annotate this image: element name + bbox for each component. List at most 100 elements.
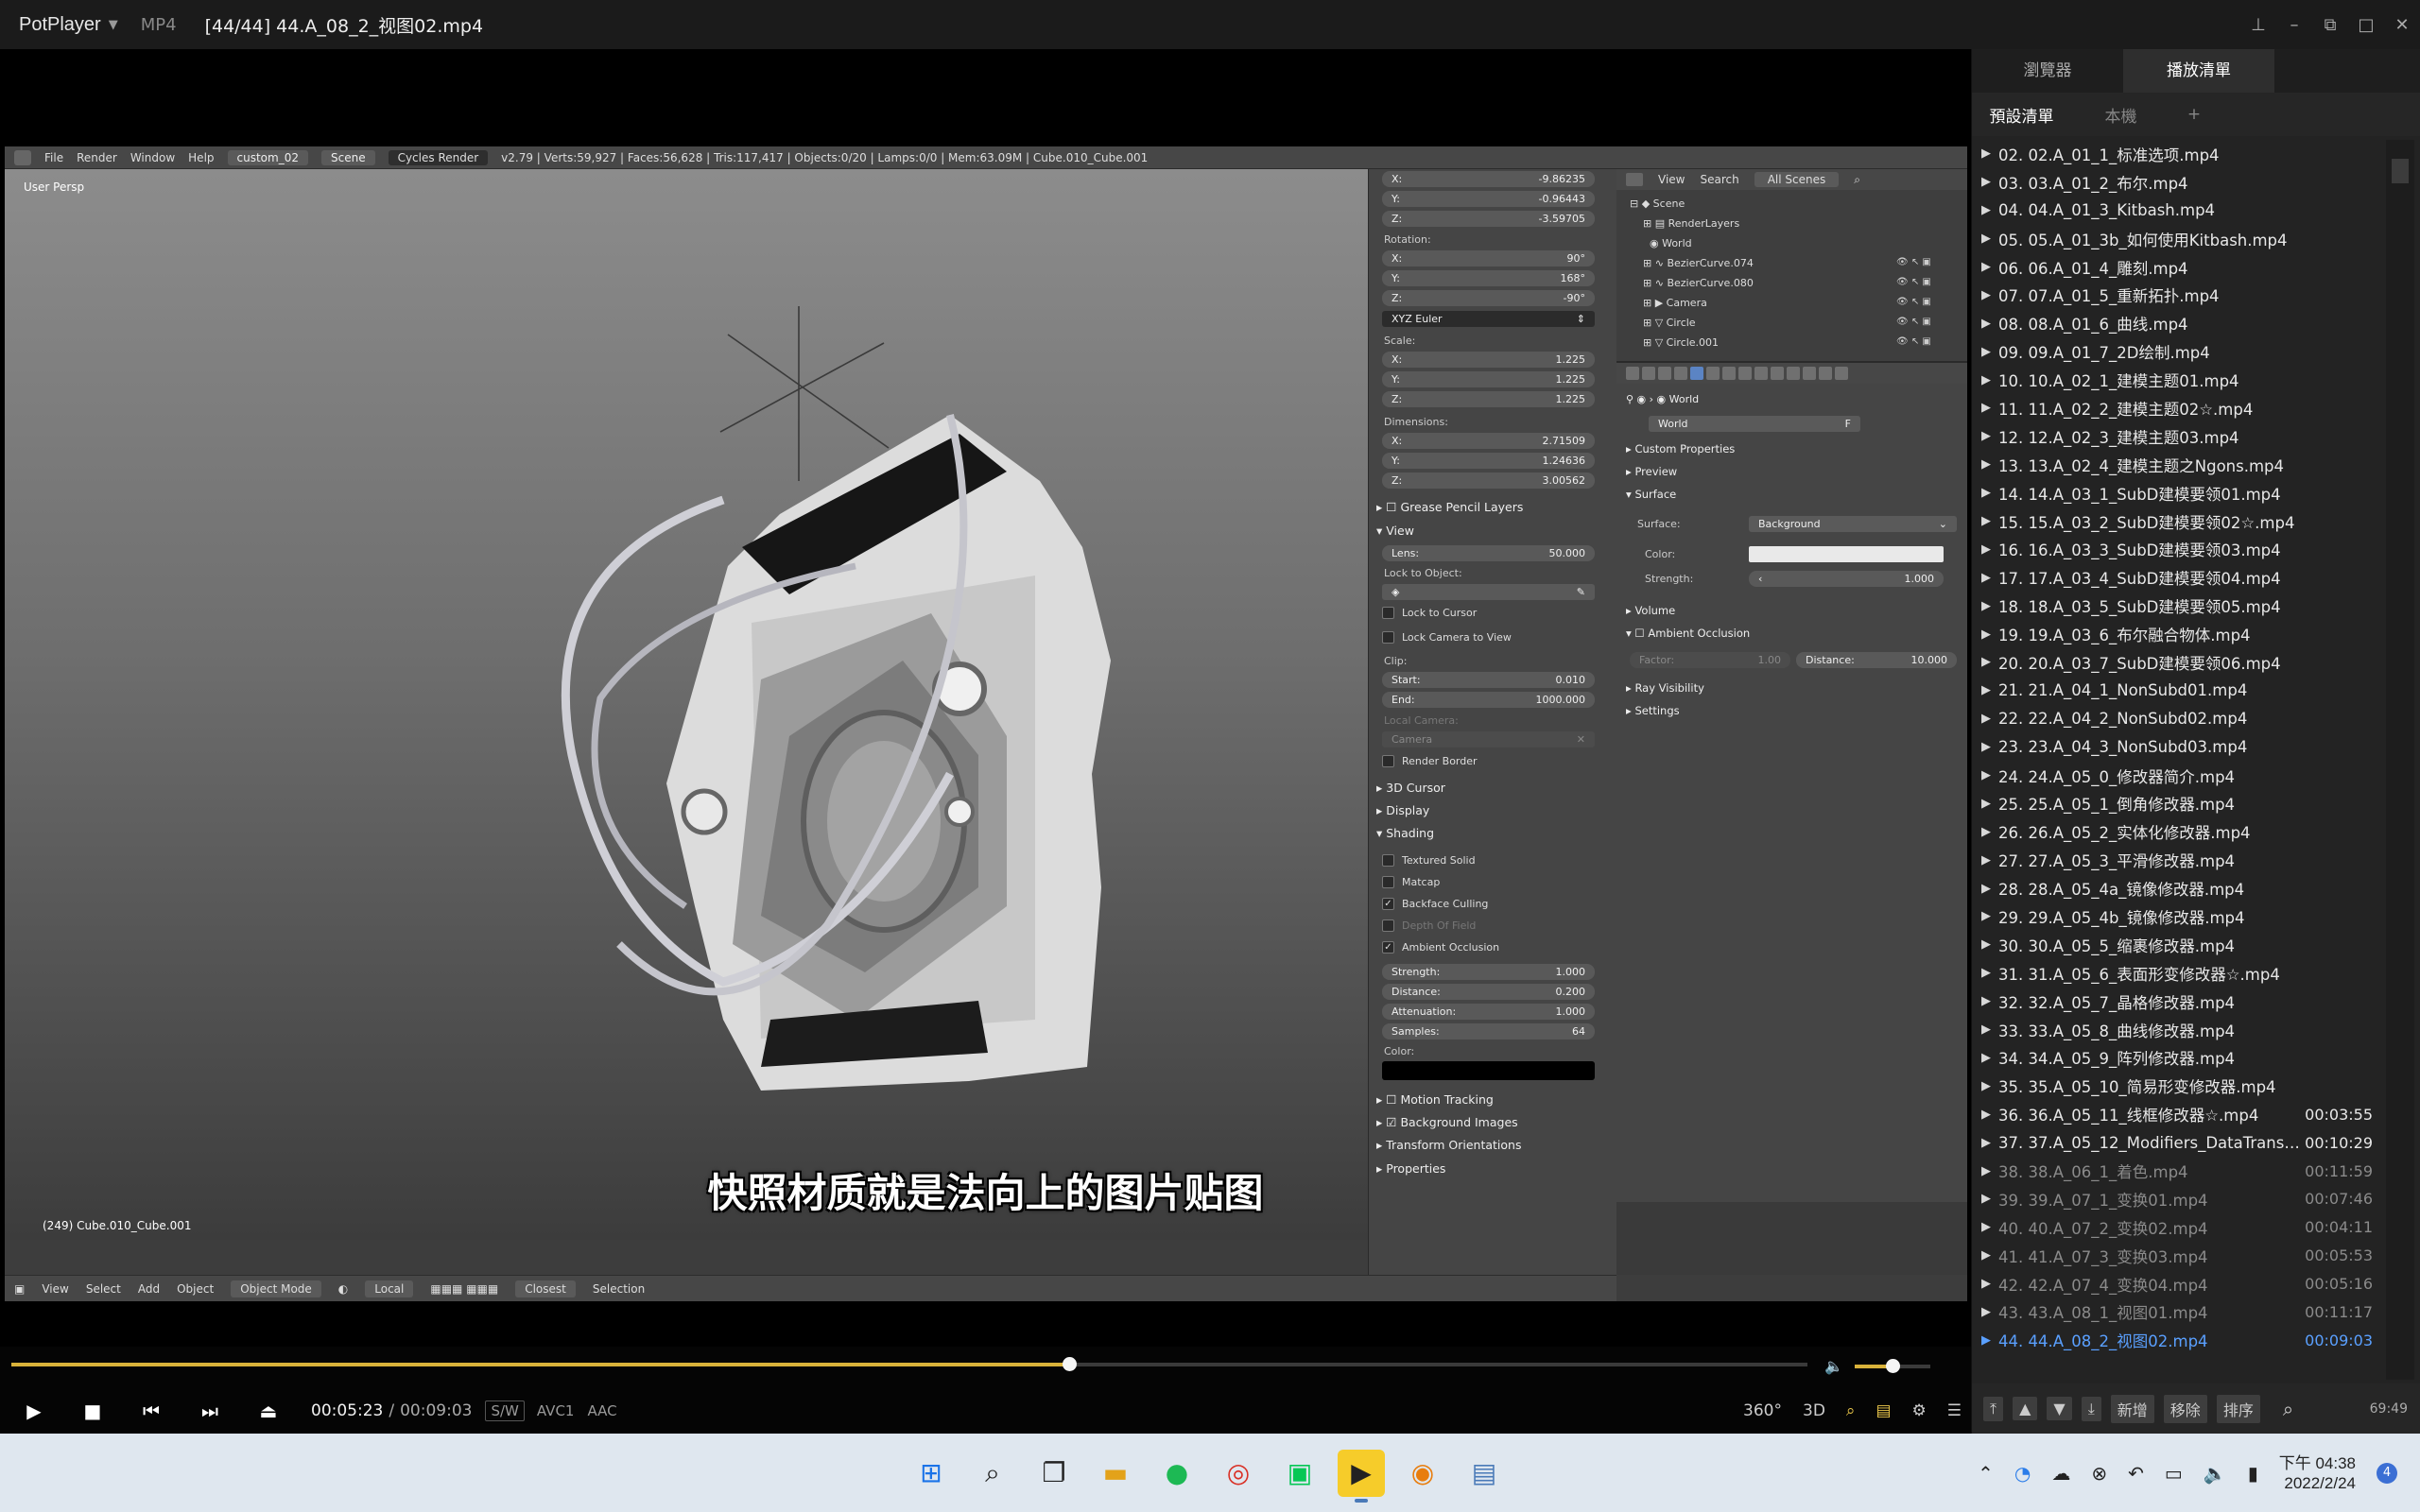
playlist-item[interactable]: ▶ 33. 33.A_05_8_曲线修改器.mp4 — [1972, 1016, 2378, 1044]
sync-icon[interactable]: ◔ — [2014, 1462, 2031, 1485]
playlist-item[interactable]: ▶ 27. 27.A_05_3_平滑修改器.mp4 — [1972, 846, 2378, 874]
volume-handle[interactable] — [1885, 1358, 1900, 1373]
notification-badge[interactable]: 4 — [2377, 1462, 2397, 1484]
video-codec-badge[interactable]: AVC1 — [532, 1401, 579, 1420]
playlist-item[interactable]: ▶ 31. 31.A_05_6_表面形变修改器☆.mp4 — [1972, 959, 2378, 988]
chevron-down-icon[interactable]: ▼ — [109, 18, 118, 32]
windows-start-icon[interactable]: ⊞ — [908, 1450, 955, 1497]
menu-icon[interactable]: ☰ — [1947, 1401, 1962, 1420]
playlist-item[interactable]: ▶ 20. 20.A_03_7_SubD建模要领06.mp4 — [1972, 648, 2378, 677]
playlist-item[interactable]: ▶ 37. 37.A_05_12_Modifiers_DataTransfer..… — [1972, 1128, 2378, 1157]
decoder-badge[interactable]: S/W — [485, 1400, 525, 1421]
tab-local[interactable]: 本機 — [2071, 103, 2170, 127]
playlist-item[interactable]: ▶ 36. 36.A_05_11_线框修改器☆.mp4 00:03:55 — [1972, 1100, 2378, 1128]
playlist-item[interactable]: ▶ 44. 44.A_08_2_视图02.mp4 00:09:03 — [1972, 1326, 2378, 1354]
stop-icon[interactable]: ■ — [63, 1400, 122, 1422]
playlist-item[interactable]: ▶ 03. 03.A_01_2_布尔.mp4 — [1972, 168, 2378, 197]
playlist-item[interactable]: ▶ 24. 24.A_05_0_修改器简介.mp4 — [1972, 762, 2378, 790]
playlist-item[interactable]: ▶ 21. 21.A_04_1_NonSubd01.mp4 — [1972, 677, 2378, 705]
chrome-icon[interactable]: ◎ — [1215, 1450, 1262, 1497]
playlist-item[interactable]: ▶ 06. 06.A_01_4_雕刻.mp4 — [1972, 253, 2378, 282]
move-top-icon[interactable]: ⤒ — [1983, 1396, 2004, 1421]
eject-icon[interactable]: ⏏ — [239, 1400, 298, 1422]
blender-icon[interactable]: ◉ — [1399, 1450, 1446, 1497]
playlist-item[interactable]: ▶ 11. 11.A_02_2_建模主题02☆.mp4 — [1972, 394, 2378, 422]
playlist-item[interactable]: ▶ 10. 10.A_02_1_建模主题01.mp4 — [1972, 366, 2378, 394]
playlist-item[interactable]: ▶ 32. 32.A_05_7_晶格修改器.mp4 — [1972, 988, 2378, 1016]
notepad-icon[interactable]: ▤ — [1461, 1450, 1508, 1497]
playlist-item[interactable]: ▶ 18. 18.A_03_5_SubD建模要领05.mp4 — [1972, 592, 2378, 620]
playlist-item[interactable]: ▶ 16. 16.A_03_3_SubD建模要领03.mp4 — [1972, 535, 2378, 563]
line-icon[interactable]: ▣ — [1276, 1450, 1323, 1497]
360-button[interactable]: 360° — [1743, 1401, 1782, 1420]
playlist-item[interactable]: ▶ 22. 22.A_04_2_NonSubd02.mp4 — [1972, 705, 2378, 733]
playlist-item[interactable]: ▶ 23. 23.A_04_3_NonSubd03.mp4 — [1972, 733, 2378, 762]
file-explorer-icon[interactable]: ▬ — [1092, 1450, 1139, 1497]
battery-icon[interactable]: ▮ — [2248, 1462, 2258, 1485]
move-down-icon[interactable]: ▼ — [2047, 1397, 2072, 1420]
playlist-item[interactable]: ▶ 35. 35.A_05_10_简易形变修改器.mp4 — [1972, 1072, 2378, 1100]
playlist-item[interactable]: ▶ 15. 15.A_03_2_SubD建模要领02☆.mp4 — [1972, 507, 2378, 536]
playlist-item[interactable]: ▶ 13. 13.A_02_4_建模主题之Ngons.mp4 — [1972, 451, 2378, 479]
volume-slider[interactable] — [1854, 1358, 1930, 1373]
playlist-item[interactable]: ▶ 41. 41.A_07_3_变换03.mp4 00:05:53 — [1972, 1242, 2378, 1270]
playlist-item[interactable]: ▶ 05. 05.A_01_3b_如何使用Kitbash.mp4 — [1972, 225, 2378, 253]
playlist-item[interactable]: ▶ 38. 38.A_06_1_着色.mp4 00:11:59 — [1972, 1157, 2378, 1185]
add-button[interactable]: 新增 — [2110, 1394, 2154, 1423]
playlist-scrollbar[interactable] — [2386, 140, 2414, 1380]
playlist-item[interactable]: ▶ 08. 08.A_01_6_曲线.mp4 — [1972, 309, 2378, 337]
potplayer-icon[interactable]: ▶ — [1338, 1449, 1385, 1503]
app-logo[interactable]: PotPlayer — [19, 14, 101, 36]
playlist-item[interactable]: ▶ 19. 19.A_03_6_布尔融合物体.mp4 — [1972, 620, 2378, 648]
scrollbar-thumb[interactable] — [2392, 159, 2409, 183]
remove-button[interactable]: 移除 — [2163, 1394, 2207, 1423]
video-area[interactable]: File Render Window Help custom_02 Scene … — [0, 49, 1971, 1347]
clock[interactable]: 下午 04:38 2022/2/24 — [2279, 1453, 2356, 1493]
playlist-item[interactable]: ▶ 02. 02.A_01_1_标准选项.mp4 — [1972, 140, 2378, 168]
playlist-item[interactable]: ▶ 17. 17.A_03_4_SubD建模要领04.mp4 — [1972, 563, 2378, 592]
playlist-item[interactable]: ▶ 43. 43.A_08_1_视图01.mp4 00:11:17 — [1972, 1298, 2378, 1327]
search-icon[interactable]: ⌕ — [1846, 1401, 1856, 1420]
search-icon[interactable]: ⌕ — [969, 1450, 1016, 1497]
playlist-item[interactable]: ▶ 40. 40.A_07_2_变换02.mp4 00:04:11 — [1972, 1213, 2378, 1242]
next-icon[interactable]: ⏭ — [181, 1400, 239, 1422]
playlist-item[interactable]: ▶ 07. 07.A_01_5_重新拓扑.mp4 — [1972, 281, 2378, 309]
playlist-item[interactable]: ▶ 09. 09.A_01_7_2D绘制.mp4 — [1972, 337, 2378, 366]
pin-icon[interactable]: ⊥ — [2240, 15, 2276, 35]
undo-icon[interactable]: ↶ — [2128, 1462, 2144, 1485]
playlist-item[interactable]: ▶ 42. 42.A_07_4_变换04.mp4 00:05:16 — [1972, 1270, 2378, 1298]
spotify-icon[interactable]: ● — [1153, 1450, 1201, 1497]
playlist-item[interactable]: ▶ 12. 12.A_02_3_建模主题03.mp4 — [1972, 422, 2378, 451]
3d-button[interactable]: 3D — [1803, 1401, 1825, 1420]
audio-codec-badge[interactable]: AAC — [582, 1401, 621, 1420]
task-view-icon[interactable]: ❐ — [1030, 1450, 1078, 1497]
previous-icon[interactable]: ⏮ — [122, 1400, 181, 1422]
playlist-item[interactable]: ▶ 25. 25.A_05_1_倒角修改器.mp4 — [1972, 789, 2378, 817]
playlist-item[interactable]: ▶ 26. 26.A_05_2_实体化修改器.mp4 — [1972, 817, 2378, 846]
playlist-item[interactable]: ▶ 34. 34.A_05_9_阵列修改器.mp4 — [1972, 1044, 2378, 1073]
close-button[interactable]: ✕ — [2384, 15, 2420, 35]
tab-default-list[interactable]: 預設清單 — [1972, 103, 2071, 127]
add-list-button[interactable]: + — [2170, 105, 2218, 124]
tab-playlist[interactable]: 播放清單 — [2123, 49, 2274, 93]
speaker-icon[interactable]: 🔈 — [1824, 1357, 1843, 1375]
play-icon[interactable]: ▶ — [5, 1400, 63, 1422]
playlist-item[interactable]: ▶ 28. 28.A_05_4a_镜像修改器.mp4 — [1972, 874, 2378, 902]
playlist-item[interactable]: ▶ 29. 29.A_05_4b_镜像修改器.mp4 — [1972, 902, 2378, 931]
playlist-icon[interactable]: ▤ — [1876, 1401, 1891, 1420]
seek-bar[interactable] — [11, 1357, 1807, 1371]
playlist-item[interactable]: ▶ 30. 30.A_05_5_缩裹修改器.mp4 — [1972, 931, 2378, 959]
search-icon[interactable]: ⌕ — [2283, 1398, 2293, 1420]
mini-mode-button[interactable]: ⧉ — [2312, 15, 2348, 35]
minimize-button[interactable]: – — [2276, 15, 2312, 35]
display-icon[interactable]: ▭ — [2165, 1462, 2183, 1485]
maximize-button[interactable]: □ — [2348, 15, 2384, 35]
seek-bar-handle[interactable] — [1063, 1357, 1078, 1371]
playlist-item[interactable]: ▶ 39. 39.A_07_1_变换01.mp4 00:07:46 — [1972, 1185, 2378, 1213]
playlist-item[interactable]: ▶ 04. 04.A_01_3_Kitbash.mp4 — [1972, 197, 2378, 225]
move-up-icon[interactable]: ▲ — [2013, 1397, 2038, 1420]
close-circle-icon[interactable]: ⊗ — [2091, 1462, 2107, 1485]
tab-browser[interactable]: 瀏覽器 — [1972, 49, 2123, 93]
move-bottom-icon[interactable]: ⤓ — [2081, 1396, 2101, 1421]
sort-button[interactable]: 排序 — [2216, 1394, 2260, 1423]
